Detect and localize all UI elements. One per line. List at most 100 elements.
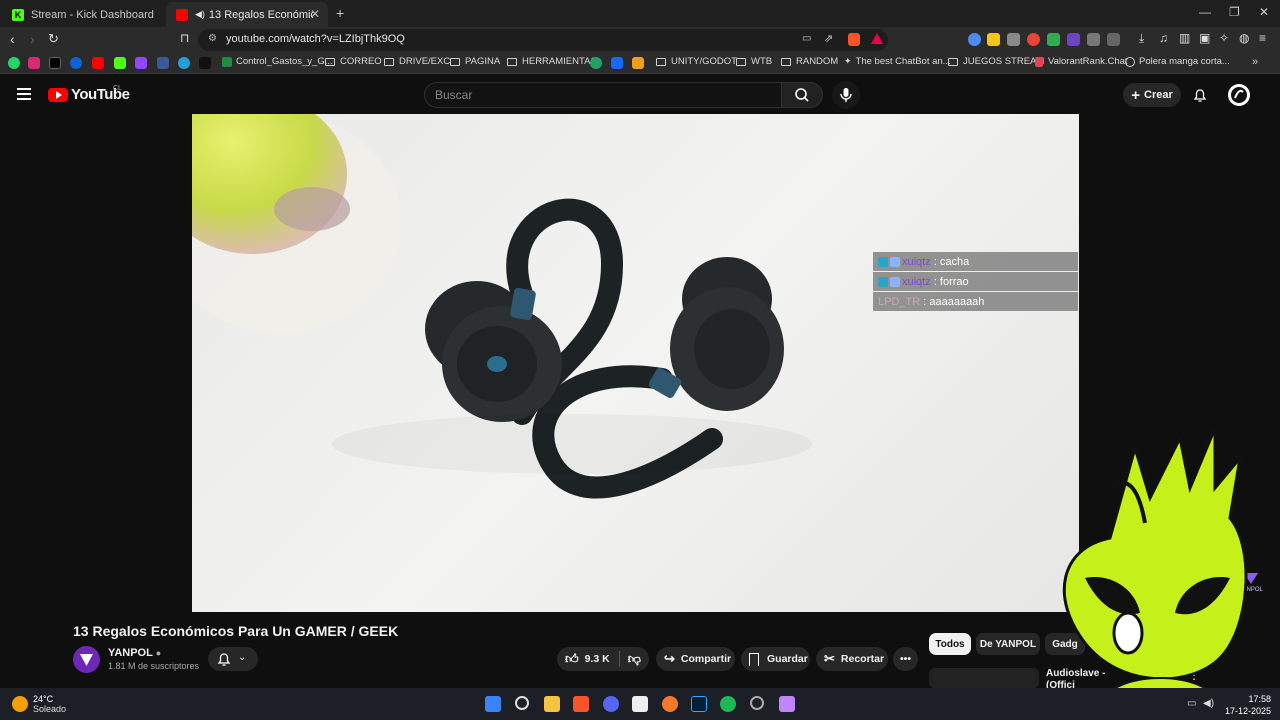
chip-todos[interactable]: Todos bbox=[929, 633, 971, 655]
brave-shields-icon[interactable] bbox=[848, 33, 860, 46]
onedrive-icon[interactable] bbox=[70, 57, 82, 69]
extension-icon[interactable] bbox=[968, 33, 981, 46]
address-bar[interactable]: ⚙ youtube.com/watch?v=LZIbjThk9OQ ▭ ⇗ bbox=[198, 29, 888, 51]
extension-icon[interactable] bbox=[1107, 33, 1120, 46]
share-button[interactable]: ↪ Compartir bbox=[656, 647, 735, 671]
bookmark-sheet[interactable]: Control_Gastos_y_G... bbox=[222, 56, 333, 67]
account-avatar[interactable] bbox=[1228, 84, 1250, 106]
save-button[interactable]: Guardar bbox=[741, 647, 810, 671]
forward-icon[interactable]: › bbox=[30, 31, 35, 47]
cast-icon[interactable]: ▭ bbox=[802, 33, 811, 44]
close-window-icon[interactable]: ✕ bbox=[1259, 5, 1269, 19]
bookmark-folder[interactable]: JUEGOS STREAM bbox=[948, 56, 1044, 67]
bookmark-folder[interactable]: CORREO bbox=[325, 56, 382, 67]
folder-icon bbox=[384, 57, 394, 66]
volume-icon[interactable]: ◀) bbox=[1203, 698, 1214, 709]
more-actions-button[interactable]: ••• bbox=[893, 647, 918, 671]
chat-text: : aaaaaaaah bbox=[923, 295, 985, 308]
link-icon[interactable] bbox=[632, 57, 644, 69]
channel-name[interactable]: YANPOL ● bbox=[108, 647, 161, 659]
wallet-icon[interactable]: ▣ bbox=[1199, 31, 1210, 45]
search-button[interactable] bbox=[781, 82, 823, 108]
brave-browser-icon[interactable] bbox=[573, 696, 589, 712]
puzzle-icon[interactable] bbox=[1087, 33, 1100, 46]
notion-icon[interactable] bbox=[632, 696, 648, 712]
link-icon[interactable] bbox=[590, 57, 602, 69]
create-button[interactable]: + Crear bbox=[1123, 83, 1181, 107]
sidebar-icon[interactable]: ▥ bbox=[1179, 31, 1190, 45]
extension-icon[interactable] bbox=[1047, 33, 1060, 46]
kick-icon[interactable] bbox=[114, 57, 126, 69]
like-count[interactable]: 9.3 K bbox=[585, 653, 610, 665]
ai-icon[interactable]: ✧ bbox=[1219, 31, 1229, 45]
bookmark-folder[interactable]: PAGINA bbox=[450, 56, 500, 67]
share-icon[interactable]: ⇗ bbox=[824, 32, 833, 45]
chat-username: LPD_TR bbox=[878, 295, 921, 308]
bookmark-icon[interactable]: ⊓ bbox=[180, 31, 189, 45]
search-box[interactable] bbox=[424, 82, 782, 108]
chip-de-yanpol[interactable]: De YANPOL bbox=[976, 633, 1040, 655]
channel-avatar[interactable] bbox=[73, 646, 100, 673]
minimize-icon[interactable]: — bbox=[1199, 5, 1211, 19]
bookmark-link[interactable]: Polera manga corta... bbox=[1125, 56, 1230, 67]
site-info-icon[interactable]: ⚙ bbox=[208, 33, 217, 44]
up-next-thumbnail[interactable] bbox=[929, 668, 1039, 688]
bookmark-folder[interactable]: UNITY/GODOT bbox=[656, 56, 737, 67]
menu-icon[interactable] bbox=[17, 88, 31, 100]
whatsapp-icon[interactable] bbox=[8, 57, 20, 69]
bookmark-folder[interactable]: WTB bbox=[736, 56, 772, 67]
like-icon[interactable]: 👍︎ bbox=[565, 651, 579, 667]
system-clock[interactable]: 17:58 17-12-2025 bbox=[1225, 693, 1271, 717]
photoshop-icon[interactable] bbox=[691, 696, 707, 712]
vpn-icon[interactable]: ◍ bbox=[1239, 31, 1249, 45]
youtube-icon[interactable] bbox=[92, 57, 104, 69]
extension-icon[interactable] bbox=[987, 33, 1000, 46]
discord-icon[interactable] bbox=[603, 696, 619, 712]
telegram-icon[interactable] bbox=[178, 57, 190, 69]
video-player[interactable] bbox=[192, 114, 1079, 612]
extension-icon[interactable] bbox=[1067, 33, 1080, 46]
weather-widget[interactable]: 24°C Soleado bbox=[12, 694, 66, 714]
instagram-icon[interactable] bbox=[28, 57, 40, 69]
file-explorer-icon[interactable] bbox=[544, 696, 560, 712]
brave-rewards-icon[interactable] bbox=[871, 33, 883, 44]
menu-icon[interactable]: ≡ bbox=[1259, 31, 1266, 45]
restore-icon[interactable]: ❐ bbox=[1229, 5, 1240, 19]
x-icon[interactable] bbox=[49, 57, 61, 69]
search-icon[interactable] bbox=[515, 696, 529, 710]
new-tab-button[interactable]: + bbox=[336, 5, 344, 21]
obs-icon[interactable] bbox=[750, 696, 764, 710]
network-icon[interactable]: ▭ bbox=[1187, 698, 1196, 709]
more-bookmarks-icon[interactable]: » bbox=[1252, 56, 1258, 68]
clip-button[interactable]: ✂ Recortar bbox=[816, 647, 888, 671]
extension-icon[interactable] bbox=[1007, 33, 1020, 46]
tab-youtube[interactable]: ◀) 13 Regalos Económicos Para U ✕ bbox=[166, 2, 328, 27]
close-tab-icon[interactable]: ✕ bbox=[310, 7, 320, 21]
search-input[interactable] bbox=[425, 83, 781, 107]
streamer-app-icon[interactable] bbox=[779, 696, 795, 712]
back-icon[interactable]: ‹ bbox=[10, 31, 15, 47]
download-icon[interactable]: ⤓ bbox=[1139, 31, 1144, 46]
behance-icon[interactable] bbox=[611, 57, 623, 69]
link-icon[interactable] bbox=[157, 57, 169, 69]
youtube-logo-icon[interactable] bbox=[48, 88, 68, 102]
reload-icon[interactable]: ↻ bbox=[48, 31, 59, 47]
dislike-icon[interactable]: 👎︎ bbox=[628, 651, 641, 667]
sun-icon bbox=[12, 696, 28, 712]
bookmark-link[interactable]: ✦ The best ChatBot an... bbox=[844, 56, 951, 67]
voice-search-button[interactable] bbox=[832, 81, 860, 109]
music-icon[interactable]: ♫ bbox=[1159, 31, 1168, 45]
windows-start-icon[interactable] bbox=[485, 696, 501, 712]
notifications-bell-icon[interactable] bbox=[1192, 87, 1208, 103]
blender-icon[interactable] bbox=[662, 696, 678, 712]
spotify-icon[interactable] bbox=[720, 696, 736, 712]
bookmark-folder[interactable]: DRIVE/EXC bbox=[384, 56, 450, 67]
tab-kick-dashboard[interactable]: K Stream - Kick Dashboard bbox=[2, 2, 164, 27]
bookmark-folder[interactable]: HERRAMIENTAS bbox=[507, 56, 597, 67]
medium-icon[interactable] bbox=[199, 57, 211, 69]
extension-icon[interactable] bbox=[1027, 33, 1040, 46]
twitch-icon[interactable] bbox=[135, 57, 147, 69]
bookmark-folder[interactable]: RANDOM bbox=[781, 56, 838, 67]
bookmark-link[interactable]: ValorantRank.Chat bbox=[1035, 56, 1128, 67]
subscription-bell-button[interactable]: ⌄ bbox=[208, 647, 258, 671]
